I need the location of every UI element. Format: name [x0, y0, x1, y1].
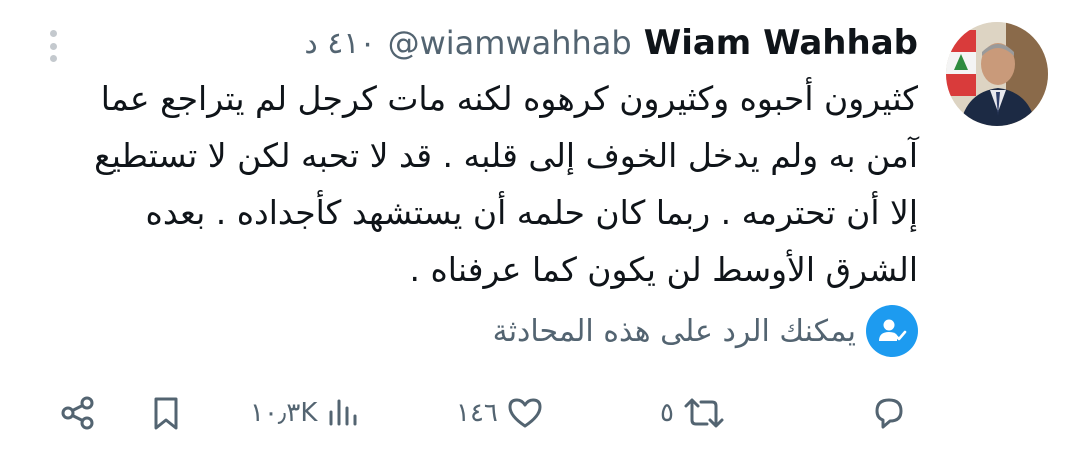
retweet-icon [680, 392, 728, 434]
views-count: ١٠٫٣K [250, 398, 318, 428]
heart-icon [504, 392, 546, 434]
like-count: ١٤٦ [456, 398, 498, 428]
author-name[interactable]: Wiam Wahhab [644, 23, 918, 63]
reply-permission-text: يمكنك الرد على هذه المحادثة [492, 313, 856, 349]
retweet-count: ٥ [660, 398, 674, 428]
reply-button[interactable] [868, 385, 910, 441]
avatar[interactable] [946, 22, 1048, 126]
author-handle[interactable]: @wiamwahhab [388, 24, 632, 62]
tweet-text: كثيرون أحبوه وكثيرون كرهوه لكنه مات كرجل… [94, 79, 918, 289]
more-dot [49, 42, 57, 50]
retweet-button[interactable]: ٥ [660, 385, 728, 441]
tweet-header: ٤١٠ د @wiamwahhab Wiam Wahhab [304, 20, 918, 66]
more-dot [49, 30, 57, 37]
views-button[interactable]: ١٠٫٣K [250, 385, 363, 441]
bookmark-button[interactable] [145, 385, 187, 441]
bookmark-icon [145, 392, 187, 434]
views-icon [323, 392, 363, 434]
share-icon [57, 392, 99, 434]
reply-permission-notice: يمكنك الرد على هذه المحادثة [493, 305, 918, 357]
tweet-card[interactable]: ٤١٠ د @wiamwahhab Wiam Wahhab كثيرون أحب… [0, 0, 1080, 465]
user-check-icon [866, 305, 918, 357]
action-bar: ٥ ١٤٦ ١٠٫٣K [0, 385, 1080, 441]
more-options-icon[interactable] [40, 26, 66, 66]
more-dot [49, 55, 57, 62]
share-button[interactable] [57, 385, 99, 441]
tweet-time[interactable]: ٤١٠ د [304, 26, 375, 61]
reply-icon [868, 392, 910, 434]
avatar-image [946, 22, 1048, 126]
like-button[interactable]: ١٤٦ [456, 385, 546, 441]
